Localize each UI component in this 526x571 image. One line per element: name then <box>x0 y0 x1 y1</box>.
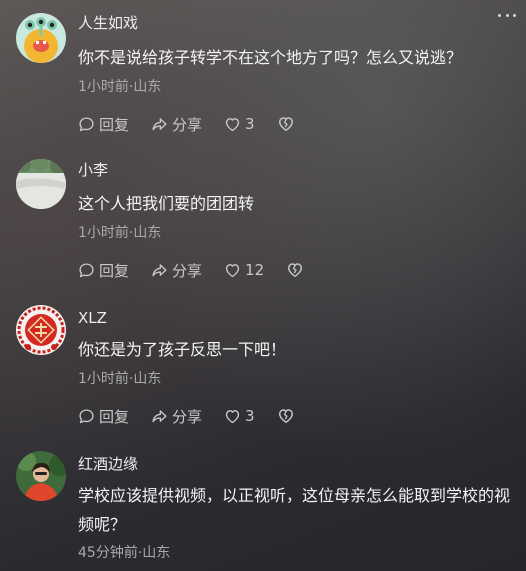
green-cartoon-monster-avatar-icon <box>16 13 66 63</box>
avatar[interactable] <box>16 305 66 355</box>
heart-icon <box>225 117 240 131</box>
share-label: 分享 <box>172 407 203 426</box>
like-count: 3 <box>245 115 255 133</box>
comment-meta: 1小时前·山东 <box>78 371 162 387</box>
comment-meta: 1小时前·山东 <box>78 79 162 95</box>
comment-text: 你还是为了孩子反思一下吧！ <box>78 340 287 359</box>
like-count: 12 <box>245 261 265 279</box>
dislike-button[interactable] <box>286 261 308 279</box>
chat-bubble-icon <box>79 408 94 423</box>
reply-button[interactable]: 回复 <box>78 114 129 135</box>
person-in-red-avatar-icon <box>16 451 66 501</box>
heart-icon <box>225 409 240 423</box>
share-arrow-icon <box>152 117 167 130</box>
share-button[interactable]: 分享 <box>151 114 202 135</box>
comment-text: 学校应该提供视频，以正视听，这位母亲怎么能取到学校的视频呢？ <box>78 486 511 534</box>
comment-item: 红酒边缘 学校应该提供视频，以正视听，这位母亲怎么能取到学校的视频呢？ 45分钟… <box>0 438 526 571</box>
comment-author[interactable]: XLZ <box>78 309 107 327</box>
broken-heart-icon <box>278 409 293 424</box>
reply-button[interactable]: 回复 <box>78 260 129 281</box>
avatar[interactable] <box>16 13 66 63</box>
comment-text: 这个人把我们要的团团转 <box>78 194 255 213</box>
like-button[interactable]: 12 <box>224 261 264 279</box>
share-button[interactable]: 分享 <box>151 260 202 281</box>
like-button[interactable]: 3 <box>224 115 255 133</box>
share-label: 分享 <box>172 115 203 134</box>
comment-item: XLZ 你还是为了孩子反思一下吧！ 1小时前·山东 回复 分享 3 <box>0 292 526 438</box>
reply-label: 回复 <box>99 115 130 134</box>
avatar[interactable] <box>16 451 66 501</box>
comment-actions: 回复 分享 3 <box>78 113 299 135</box>
chat-bubble-icon <box>79 116 94 131</box>
chat-bubble-icon <box>79 262 94 277</box>
comment-author[interactable]: 小李 <box>78 159 108 180</box>
reply-button[interactable]: 回复 <box>78 406 129 427</box>
red-chinese-emblem-avatar-icon <box>16 305 66 355</box>
comment-author[interactable]: 红酒边缘 <box>78 453 138 474</box>
snowy-tree-photo-avatar-icon <box>16 159 66 209</box>
comment-actions: 回复 分享 12 <box>78 259 308 281</box>
reply-label: 回复 <box>99 407 130 426</box>
heart-icon <box>225 263 240 277</box>
reply-label: 回复 <box>99 261 130 280</box>
comment-meta: 1小时前·山东 <box>78 225 162 241</box>
share-label: 分享 <box>172 261 203 280</box>
comment-item: 人生如戏 你不是说给孩子转学不在这个地方了吗？怎么又说逃？ 1小时前·山东 回复… <box>0 0 526 145</box>
avatar[interactable] <box>16 159 66 209</box>
share-arrow-icon <box>152 263 167 276</box>
share-arrow-icon <box>152 409 167 422</box>
comment-item: 小李 这个人把我们要的团团转 1小时前·山东 回复 分享 12 <box>0 146 526 292</box>
comment-actions: 回复 分享 3 <box>78 405 299 427</box>
dislike-button[interactable] <box>277 115 299 133</box>
comment-meta: 45分钟前·山东 <box>78 545 171 561</box>
comment-author[interactable]: 人生如戏 <box>78 12 138 33</box>
dislike-button[interactable] <box>277 407 299 425</box>
share-button[interactable]: 分享 <box>151 406 202 427</box>
broken-heart-icon <box>288 263 303 278</box>
comment-text: 你不是说给孩子转学不在这个地方了吗？怎么又说逃？ <box>78 48 463 67</box>
broken-heart-icon <box>278 117 293 132</box>
like-button[interactable]: 3 <box>224 407 255 425</box>
like-count: 3 <box>245 407 255 425</box>
